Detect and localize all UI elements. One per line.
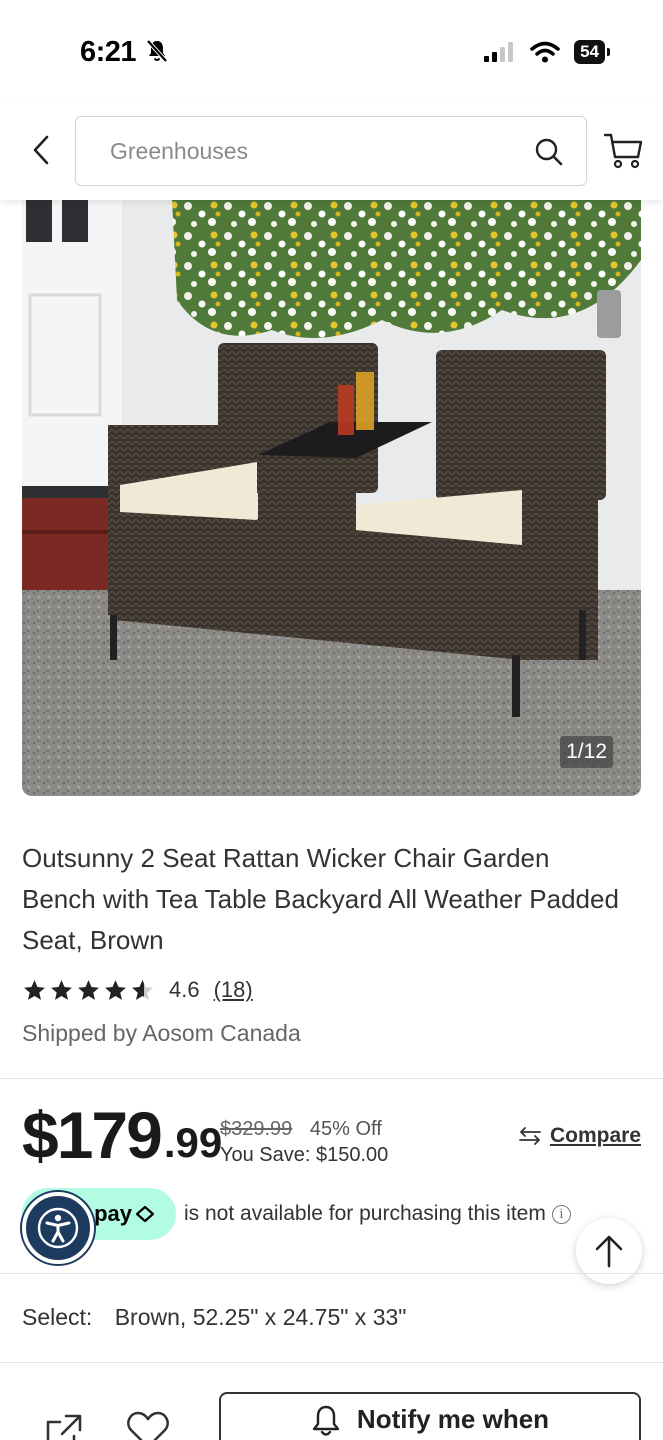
accessibility-button[interactable]	[22, 1192, 94, 1264]
wifi-icon	[530, 41, 560, 63]
variant-label: Select:	[22, 1304, 93, 1330]
bell-slash-icon	[146, 39, 168, 63]
accessibility-icon	[37, 1207, 79, 1249]
bell-icon	[312, 1405, 340, 1436]
original-price: $329.99	[220, 1118, 293, 1140]
search-icon[interactable]	[534, 137, 564, 167]
wishlist-button[interactable]	[126, 1410, 170, 1440]
variant-value: Brown, 52.25" x 24.75" x 33"	[114, 1304, 407, 1330]
cellular-signal-icon	[484, 42, 514, 62]
battery-icon: 54	[574, 40, 610, 64]
afterpay-row: pay is not available for purchasing this…	[22, 1188, 571, 1240]
status-time: 6:21	[80, 36, 168, 69]
share-button[interactable]	[44, 1412, 84, 1440]
star-full-icon	[24, 979, 45, 1000]
cart-icon	[603, 133, 643, 169]
price-details: $329.99 45% Off You Save: $150.00	[220, 1116, 388, 1168]
search-header	[0, 100, 663, 200]
notify-label: Notify me when	[356, 1404, 550, 1434]
divider	[0, 1362, 663, 1363]
status-indicators: 54	[484, 40, 610, 64]
price-cents: .99	[163, 1119, 223, 1166]
star-full-icon	[105, 979, 126, 1000]
star-full-icon	[78, 979, 99, 1000]
arrow-up-icon	[595, 1235, 623, 1268]
star-rating	[22, 978, 155, 1003]
product-photo	[22, 200, 641, 796]
price-dollars: $179	[22, 1098, 163, 1172]
battery-level: 54	[580, 42, 599, 61]
divider	[0, 1273, 663, 1274]
cart-button[interactable]	[602, 130, 644, 172]
shipped-by: Shipped by Aosom Canada	[22, 1020, 301, 1046]
rating-row[interactable]: 4.6 (18)	[22, 975, 253, 1005]
afterpay-arrows-icon	[135, 1205, 155, 1223]
afterpay-message: is not available for purchasing this ite…	[184, 1202, 571, 1226]
discount-badge: 45% Off	[309, 1118, 382, 1140]
divider	[0, 1078, 663, 1079]
afterpay-message-text: is not available for purchasing this ite…	[184, 1202, 546, 1225]
product-image[interactable]: 1/12	[22, 200, 641, 796]
rating-value: 4.6	[169, 977, 200, 1002]
info-icon[interactable]: i	[551, 1204, 571, 1224]
notify-me-button[interactable]: Notify me when	[219, 1392, 641, 1440]
search-box[interactable]	[75, 116, 587, 186]
compare-button[interactable]: Compare	[518, 1124, 641, 1148]
back-button[interactable]	[26, 132, 56, 168]
compare-label: Compare	[549, 1124, 641, 1147]
star-partial-icon	[132, 979, 153, 1000]
compare-arrows-icon	[519, 1127, 541, 1145]
share-icon	[46, 1414, 82, 1440]
afterpay-logo-text: pay	[94, 1201, 132, 1226]
heart-icon	[127, 1411, 169, 1440]
search-input[interactable]	[110, 117, 510, 185]
review-count-link[interactable]: (18)	[214, 977, 253, 1003]
price: $179 .99	[22, 1100, 222, 1180]
status-time-text: 6:21	[80, 36, 137, 68]
variant-selector[interactable]: Select: Brown, 52.25" x 24.75" x 33"	[22, 1304, 406, 1331]
scroll-to-top-button[interactable]	[576, 1218, 642, 1284]
image-counter: 1/12	[560, 736, 613, 768]
product-title: Outsunny 2 Seat Rattan Wicker Chair Gard…	[22, 843, 619, 955]
chevron-left-icon	[33, 135, 49, 165]
savings-text: You Save: $150.00	[220, 1144, 389, 1166]
star-full-icon	[51, 979, 72, 1000]
status-bar: 6:21 54	[0, 0, 663, 100]
